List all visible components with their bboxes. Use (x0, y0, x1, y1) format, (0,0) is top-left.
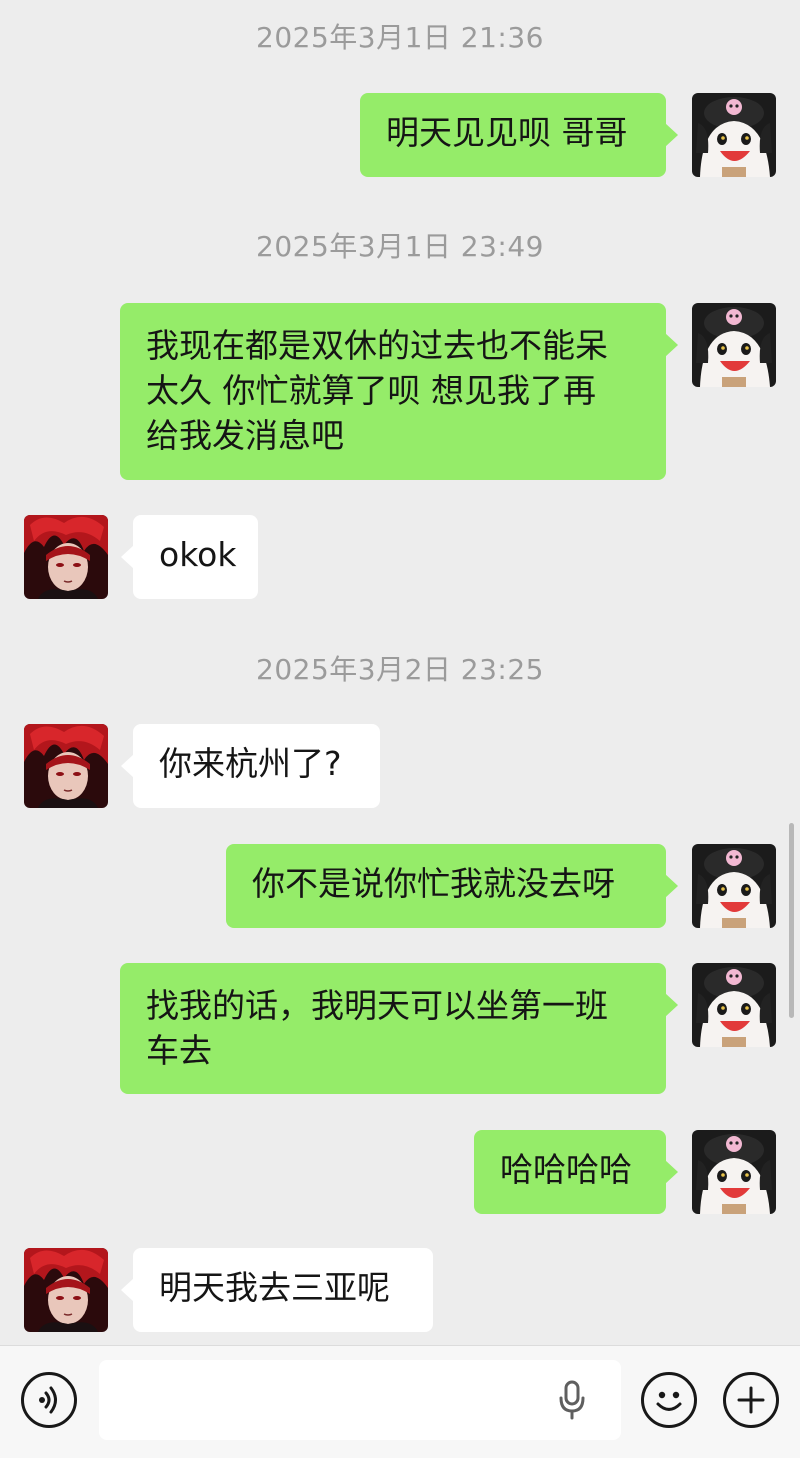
contact-avatar[interactable] (24, 1248, 108, 1332)
message-timestamp: 2025年3月1日 21:36 (256, 21, 544, 54)
my-avatar[interactable] (692, 303, 776, 387)
message-input[interactable] (99, 1360, 621, 1440)
message-bubble-received[interactable]: 你来杭州了? (121, 724, 380, 808)
voice-icon (39, 1386, 57, 1414)
message-text: 哈哈哈哈 (500, 1150, 632, 1189)
message-text: 你不是说你忙我就没去呀 (252, 864, 615, 903)
message-text: 你来杭州了? (159, 744, 342, 783)
contact-avatar[interactable] (24, 724, 108, 808)
message-timestamp: 2025年3月1日 23:49 (256, 230, 544, 263)
message-timestamp: 2025年3月2日 23:25 (256, 653, 544, 686)
my-avatar[interactable] (692, 1130, 776, 1214)
message-text-line: 太久 你忙就算了呗 想见我了再 (146, 371, 596, 410)
contact-avatar[interactable] (24, 515, 108, 599)
message-bubble-sent[interactable]: 我现在都是双休的过去也不能呆 太久 你忙就算了呗 想见我了再 给我发消息吧 (120, 303, 678, 480)
emoji-icon (656, 1391, 682, 1411)
emoji-button[interactable] (641, 1372, 697, 1428)
my-avatar[interactable] (692, 844, 776, 928)
message-text: 明天我去三亚呢 (159, 1268, 390, 1307)
message-text: 明天见见呗 哥哥 (386, 113, 628, 152)
my-avatar[interactable] (692, 963, 776, 1047)
message-bubble-sent[interactable]: 哈哈哈哈 (474, 1130, 678, 1214)
message-text-line: 车去 (146, 1031, 212, 1070)
message-text-line: 我现在都是双休的过去也不能呆 (146, 326, 608, 365)
voice-button[interactable] (21, 1372, 77, 1428)
more-button[interactable] (723, 1372, 779, 1428)
microphone-icon[interactable] (556, 1380, 588, 1420)
message-bubble-sent[interactable]: 找我的话，我明天可以坐第一班 车去 (120, 963, 678, 1094)
message-bubble-received[interactable]: 明天我去三亚呢 (121, 1248, 433, 1332)
message-text-line: 给我发消息吧 (146, 416, 344, 455)
plus-icon (737, 1386, 765, 1414)
message-text-line: 找我的话，我明天可以坐第一班 (146, 986, 608, 1025)
message-text: okok (159, 535, 237, 574)
message-bubble-sent[interactable]: 你不是说你忙我就没去呀 (226, 844, 678, 928)
scrollbar[interactable] (789, 823, 794, 1018)
message-bubble-received[interactable]: okok (121, 515, 258, 599)
chat-message-area[interactable]: 2025年3月1日 21:36 明天见见呗 哥哥 2025年3月1日 23:49… (0, 0, 800, 1345)
my-avatar[interactable] (692, 93, 776, 177)
message-bubble-sent[interactable]: 明天见见呗 哥哥 (360, 93, 678, 177)
input-bar (0, 1345, 800, 1458)
